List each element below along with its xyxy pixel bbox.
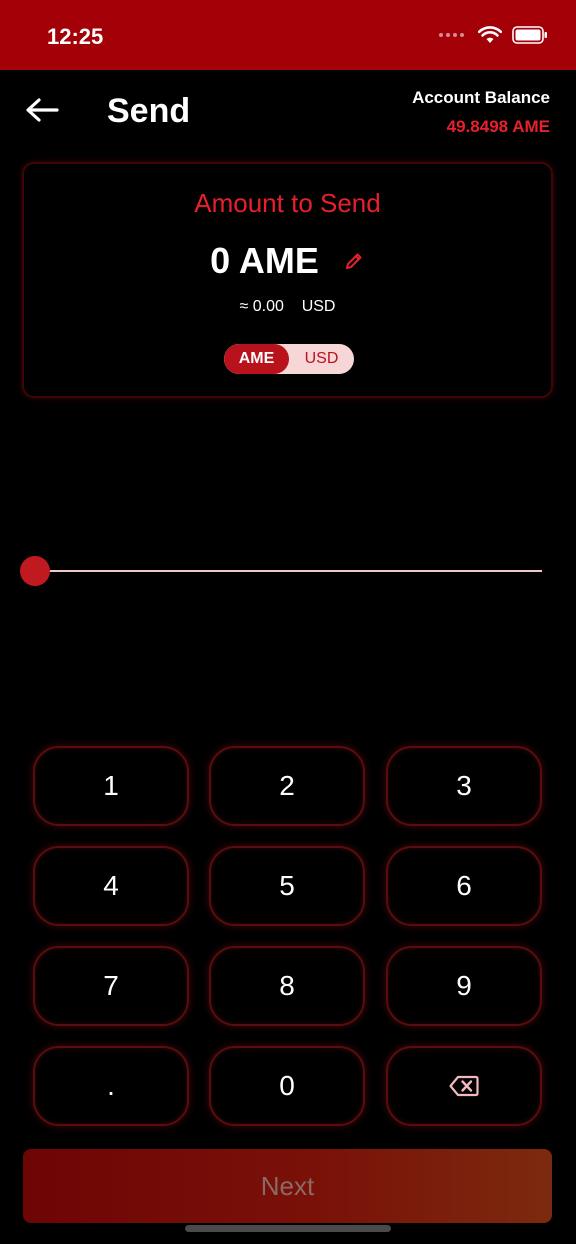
key-6[interactable]: 6 bbox=[386, 846, 542, 926]
amount-heading: Amount to Send bbox=[194, 188, 381, 218]
status-bar: 12:25 bbox=[0, 0, 576, 70]
amount-value: 0 AME bbox=[210, 240, 319, 281]
amount-row: 0 AME bbox=[24, 240, 551, 282]
status-time: 12:25 bbox=[47, 24, 104, 49]
balance-value: 49.8498 AME bbox=[446, 117, 550, 136]
status-icons bbox=[439, 26, 548, 44]
home-indicator bbox=[185, 1225, 391, 1232]
key-3[interactable]: 3 bbox=[386, 746, 542, 826]
balance-label: Account Balance bbox=[412, 88, 550, 107]
slider-thumb[interactable] bbox=[20, 556, 50, 586]
signal-icon bbox=[439, 33, 464, 37]
key-7[interactable]: 7 bbox=[33, 946, 189, 1026]
page-title: Send bbox=[107, 92, 191, 130]
fiat-equivalent: ≈ 0.00 USD bbox=[24, 298, 551, 316]
toggle-option-usd[interactable]: USD bbox=[289, 344, 354, 374]
key-8[interactable]: 8 bbox=[209, 946, 365, 1026]
fiat-currency: USD bbox=[301, 298, 336, 315]
amount-slider[interactable] bbox=[20, 556, 542, 586]
arrow-left-icon bbox=[26, 98, 59, 122]
toggle-option-ame[interactable]: AME bbox=[224, 344, 289, 374]
wifi-icon bbox=[478, 26, 502, 43]
amount-card: Amount to Send 0 AME ≈ 0.00 USD AME USD bbox=[22, 162, 553, 398]
back-button[interactable] bbox=[20, 92, 64, 128]
key-0[interactable]: 0 bbox=[209, 1046, 365, 1126]
key-5[interactable]: 5 bbox=[209, 846, 365, 926]
fiat-approx-value: ≈ 0.00 bbox=[239, 298, 284, 315]
key-9[interactable]: 9 bbox=[386, 946, 542, 1026]
header: Send Account Balance 49.8498 AME bbox=[0, 70, 576, 160]
key-decimal[interactable]: . bbox=[33, 1046, 189, 1126]
battery-icon bbox=[512, 26, 547, 44]
backspace-key[interactable] bbox=[386, 1046, 542, 1126]
backspace-icon bbox=[449, 1075, 479, 1097]
key-1[interactable]: 1 bbox=[33, 746, 189, 826]
slider-track[interactable] bbox=[34, 570, 542, 572]
currency-toggle[interactable]: AME USD bbox=[224, 344, 354, 374]
key-2[interactable]: 2 bbox=[209, 746, 365, 826]
pencil-icon[interactable] bbox=[343, 250, 365, 272]
next-button[interactable]: Next bbox=[23, 1149, 552, 1223]
key-4[interactable]: 4 bbox=[33, 846, 189, 926]
